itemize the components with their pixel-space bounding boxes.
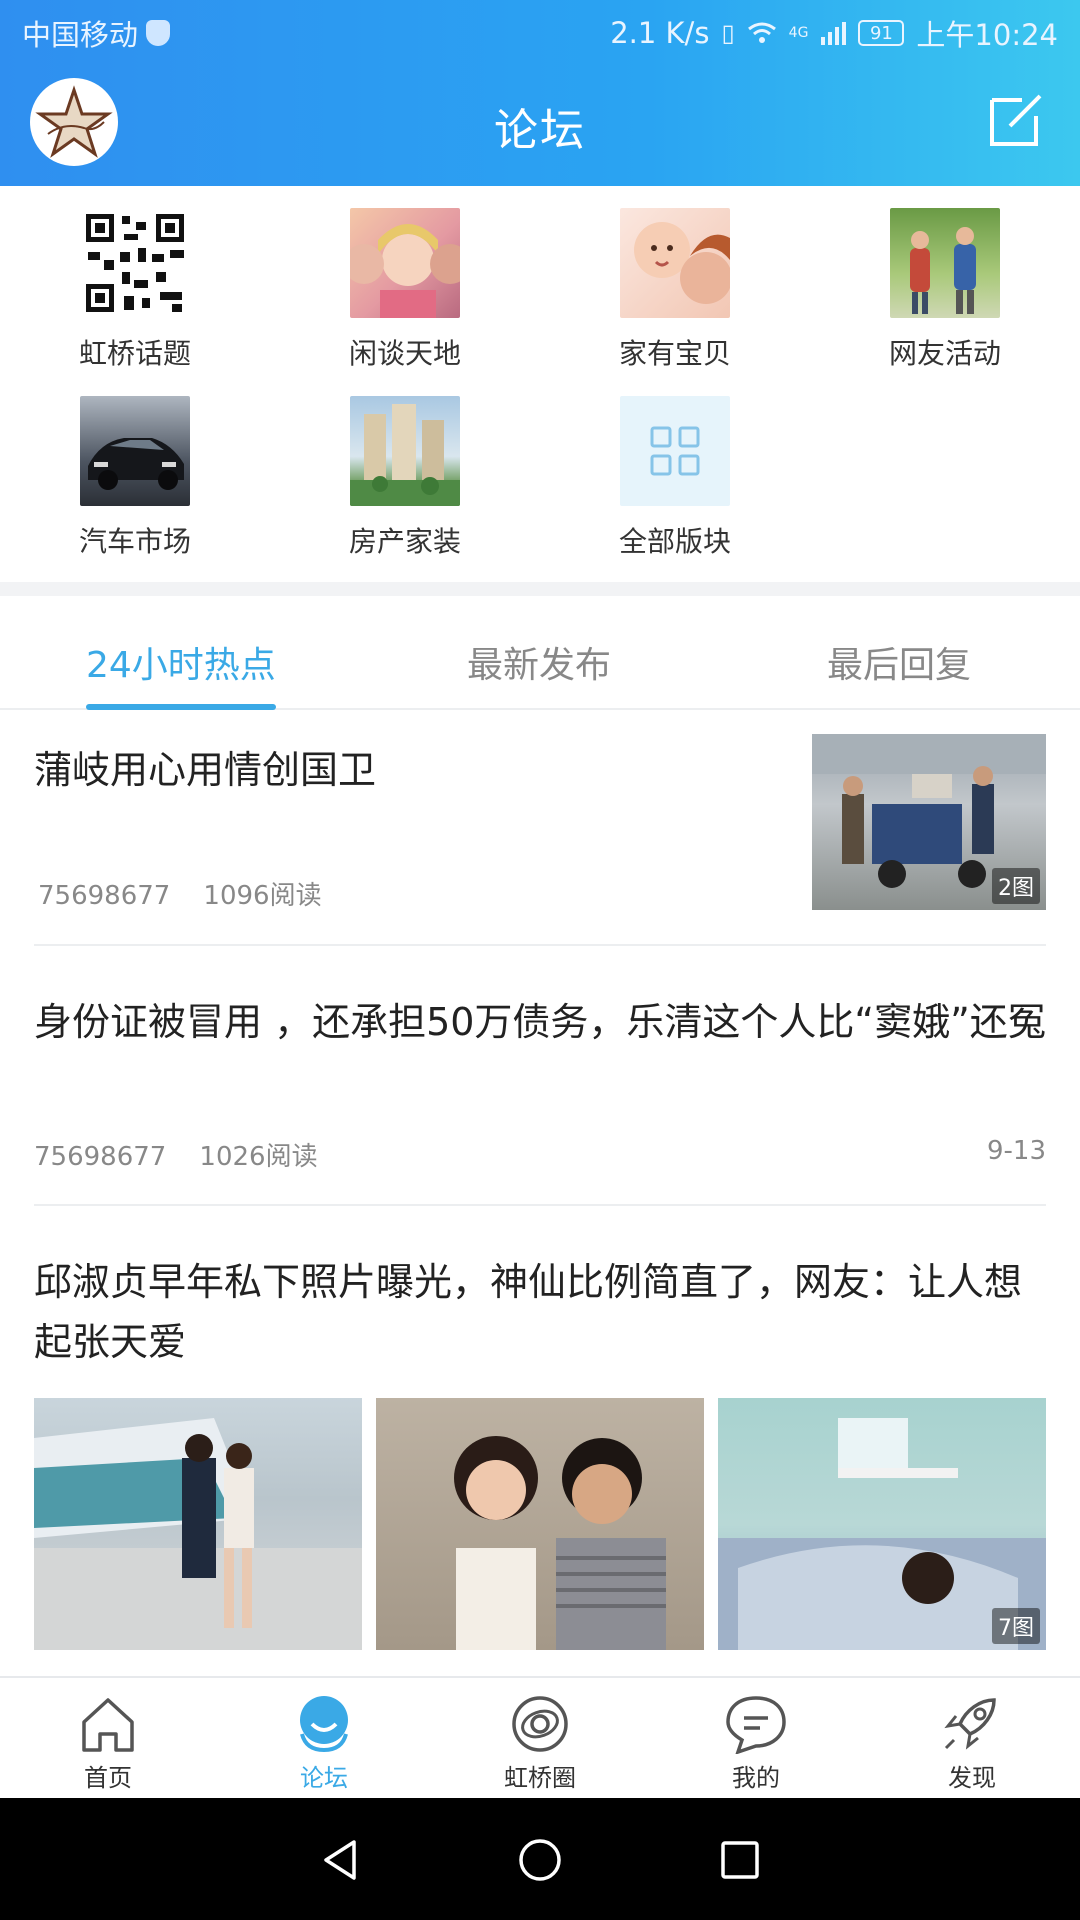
post-item[interactable]: 邱淑贞早年私下照片曝光，神仙比例简直了，网友：让人想起张天爱: [34, 1252, 1046, 1372]
tab-latest[interactable]: 最新发布: [467, 636, 611, 688]
category-label: 家有宝贝: [618, 337, 731, 370]
post-date: 9-13: [986, 1136, 1046, 1166]
battery-icon: 91: [858, 20, 905, 46]
category-item[interactable]: 虹桥话题: [0, 186, 270, 372]
chat-bubble-icon: [726, 1696, 786, 1754]
nav-label: 首页: [84, 1764, 132, 1792]
vibrate-icon: ▯: [721, 19, 735, 47]
category-label: 房产家装: [348, 525, 461, 558]
post-item[interactable]: 身份证被冒用 ，还承担50万债务，乐清这个人比“窦娥”还冤: [34, 992, 1046, 1052]
post-image[interactable]: [376, 1398, 704, 1650]
category-item[interactable]: 家有宝贝: [540, 186, 810, 372]
system-nav-bar: [0, 1798, 1080, 1920]
tab-last-reply[interactable]: 最后回复: [827, 636, 971, 688]
signal-icon: [821, 22, 847, 45]
category-label: 闲谈天地: [348, 337, 461, 370]
home-circle-icon[interactable]: [518, 1838, 562, 1882]
baby-photo: [620, 208, 730, 318]
clock: 上午10:24: [916, 18, 1058, 52]
bottom-nav: 首页 论坛 虹桥圈 我的 发现: [0, 1676, 1080, 1798]
grid-icon: [620, 396, 730, 506]
post-reads: 1026阅读: [199, 1142, 318, 1172]
forum-icon: [300, 1696, 348, 1753]
qr-code-icon: [80, 208, 190, 318]
category-item[interactable]: 汽车市场: [0, 374, 270, 560]
post-title: 蒲岐用心用情创国卫: [34, 748, 377, 792]
battery-level: 91: [869, 22, 893, 44]
category-item[interactable]: 闲谈天地: [270, 186, 540, 372]
rocket-icon: [944, 1698, 996, 1750]
post-separator: [34, 944, 1046, 946]
girls-photo: [350, 208, 460, 318]
post-image[interactable]: [34, 1398, 362, 1650]
nav-home[interactable]: 首页: [0, 1678, 216, 1798]
nav-forum[interactable]: 论坛: [216, 1678, 432, 1798]
category-label: 汽车市场: [78, 525, 191, 558]
page-title: 论坛: [494, 105, 586, 156]
category-item[interactable]: 房产家装: [270, 374, 540, 560]
post-separator: [34, 1204, 1046, 1206]
post-thumbnail[interactable]: 2图: [812, 734, 1046, 910]
app-header: 论坛: [0, 62, 1080, 186]
tab-hot-24h[interactable]: 24小时热点: [86, 636, 276, 688]
post-title: 邱淑贞早年私下照片曝光，神仙比例简直了，网友：让人想起张天爱: [34, 1260, 1023, 1364]
nav-circle[interactable]: 虹桥圈: [432, 1678, 648, 1798]
post-user: 75698677: [38, 881, 171, 911]
post-image[interactable]: 7图: [718, 1398, 1046, 1650]
category-item[interactable]: 全部版块: [540, 374, 810, 560]
post-user: 75698677: [34, 1142, 167, 1172]
nav-discover[interactable]: 发现: [864, 1678, 1080, 1798]
section-divider: [0, 582, 1080, 596]
network-speed: 2.1 K/s: [610, 16, 710, 50]
buildings-photo: [350, 396, 460, 506]
nav-mine[interactable]: 我的: [648, 1678, 864, 1798]
recents-icon[interactable]: [718, 1838, 762, 1882]
category-label: 虹桥话题: [78, 337, 191, 370]
status-bar: 中国移动 2.1 K/s ▯ 4G 91 上午10:24: [0, 0, 1080, 62]
wifi-icon: [747, 22, 776, 43]
planet-icon: [512, 1696, 568, 1752]
post-reads: 1096阅读: [203, 881, 322, 911]
post-meta: 75698677 1096阅读: [38, 875, 322, 912]
nav-label: 论坛: [300, 1764, 348, 1792]
car-photo: [80, 396, 190, 506]
nav-label: 虹桥圈: [504, 1764, 576, 1792]
nav-label: 我的: [732, 1764, 780, 1792]
post-title: 身份证被冒用 ，还承担50万债务，乐清这个人比“窦娥”还冤: [34, 1000, 1046, 1044]
network-type: 4G: [788, 25, 809, 41]
home-icon: [82, 1698, 134, 1752]
carrier-text: 中国移动: [22, 18, 139, 52]
image-count-badge: 2图: [992, 868, 1040, 904]
category-item[interactable]: 网友活动: [810, 186, 1080, 372]
category-grid: 虹桥话题 闲谈天地 家有宝贝 网友活动 汽车市场 房产家装 全部版块: [0, 186, 1080, 582]
compose-icon[interactable]: [988, 90, 1046, 148]
image-count-badge: 7图: [992, 1608, 1040, 1644]
hikers-photo: [890, 208, 1000, 318]
category-label: 全部版块: [618, 525, 731, 558]
back-icon[interactable]: [318, 1838, 362, 1882]
shield-icon: [146, 20, 171, 46]
active-tab-indicator: [86, 704, 276, 710]
tab-bar: 24小时热点 最新发布 最后回复: [0, 596, 1080, 710]
category-label: 网友活动: [888, 337, 1001, 370]
post-meta: 75698677 1026阅读: [34, 1136, 318, 1173]
nav-label: 发现: [948, 1764, 996, 1792]
